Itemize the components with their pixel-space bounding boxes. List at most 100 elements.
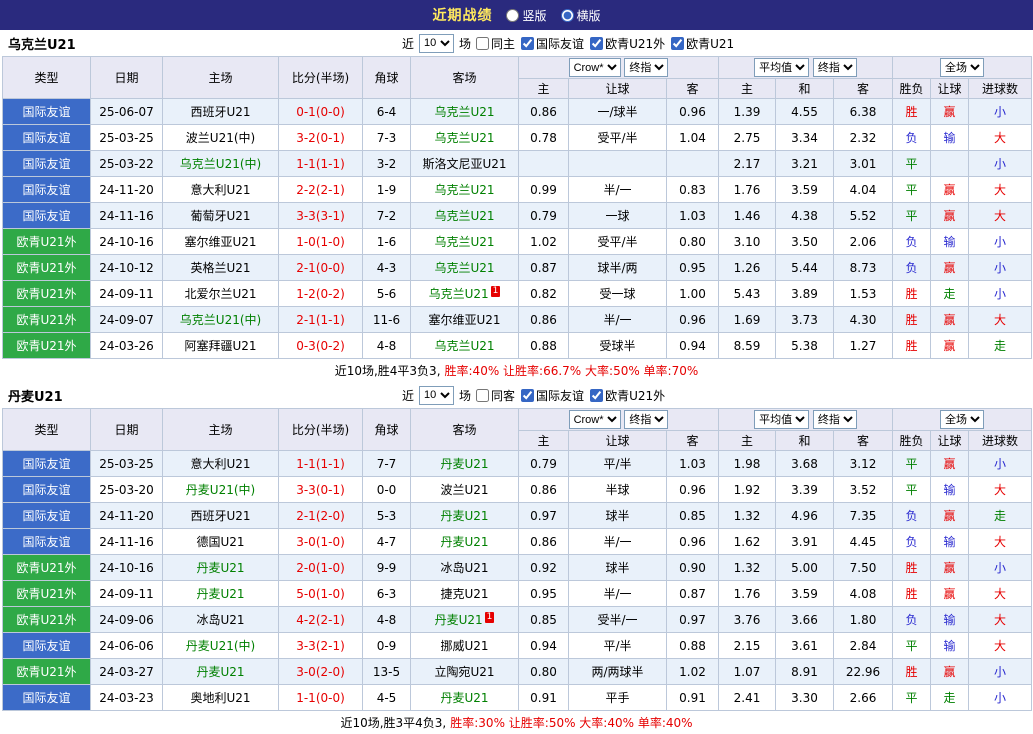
avg-away: 2.84 [833,632,893,659]
col-date: 日期 [90,408,163,451]
filter-option-同主[interactable]: 同主 [476,35,515,52]
corner-score: 4-7 [362,528,411,555]
vertical-layout-radio[interactable] [506,8,520,22]
odds-home: 0.85 [518,606,569,633]
odds-time-select-2[interactable]: 终指 [812,58,857,77]
topbar: 近期战绩 竖版 横版 [0,0,1033,30]
odds-time-select-2[interactable]: 终指 [812,410,857,429]
layout-option-vertical[interactable]: 竖版 [506,7,547,24]
layout-option-horizontal[interactable]: 横版 [560,7,601,24]
match-row: 欧青U21外 24-10-16 塞尔维亚U21 1-0(1-0) 1-6 乌克兰U21 1.… [2,228,1032,255]
odds-away: 1.03 [666,450,719,477]
away-team-name: 捷克U21 [440,587,489,601]
odds-away: 0.83 [666,176,719,203]
odds-time-select-1[interactable]: 终指 [624,410,669,429]
avg-home: 1.69 [718,306,776,333]
match-type: 欧青U21外 [2,306,91,333]
match-type: 国际友谊 [2,450,91,477]
match-score: 5-0(1-0) [278,580,363,607]
avg-home: 1.62 [718,528,776,555]
home-team: 丹麦U21 [162,580,279,607]
filter-option-欧青U21外[interactable]: 欧青U21外 [590,35,665,52]
result-handicap: 赢 [930,254,969,281]
match-score: 2-1(2-0) [278,502,363,529]
match-count-select[interactable]: 10 [419,33,455,53]
filter-option-同客[interactable]: 同客 [476,387,515,404]
corner-score: 3-2 [362,150,411,177]
match-count-select[interactable]: 10 [419,385,455,405]
horizontal-layout-radio[interactable] [560,8,574,22]
filter-checkbox[interactable] [476,36,490,50]
col-score: 比分(半场) [278,408,363,451]
away-team: 捷克U21 [410,580,519,607]
result-handicap: 输 [930,528,969,555]
result-handicap: 赢 [930,502,969,529]
avg-away: 2.06 [833,228,893,255]
scope-header: 全场 [892,408,1032,431]
away-team: 挪威U21 [410,632,519,659]
average-select[interactable]: 平均值 [754,410,810,429]
away-team-name: 丹麦U21 [440,457,489,471]
odds-home: 0.86 [518,306,569,333]
filter-option-欧青U21[interactable]: 欧青U21 [671,35,734,52]
home-team: 塞尔维亚U21 [162,228,279,255]
avg-home: 3.10 [718,228,776,255]
match-type: 国际友谊 [2,632,91,659]
match-score: 3-2(0-1) [278,124,363,151]
bookmaker-select[interactable]: Crow* [568,58,621,77]
bookmaker-odds-header: Crow* 终指 [518,56,719,79]
filter-checkbox[interactable] [521,388,535,402]
col-odds-away: 客 [666,78,719,99]
match-score: 1-1(1-1) [278,450,363,477]
corner-score: 7-7 [362,450,411,477]
filter-checkbox[interactable] [671,36,685,50]
filter-checkbox[interactable] [590,36,604,50]
result-handicap: 赢 [930,580,969,607]
average-select[interactable]: 平均值 [754,58,810,77]
odds-time-select-1[interactable]: 终指 [624,58,669,77]
filter-option-国际友谊[interactable]: 国际友谊 [521,35,584,52]
match-row: 欧青U21外 24-09-06 冰岛U21 4-2(2-1) 4-8 丹麦U21 1 0.85… [2,606,1032,633]
match-type: 国际友谊 [2,176,91,203]
match-date: 24-03-26 [90,332,163,359]
avg-home: 2.17 [718,150,776,177]
result-goals: 大 [968,606,1032,633]
odds-handicap: 半/一 [568,528,667,555]
avg-draw: 5.38 [775,332,834,359]
home-team: 乌克兰U21(中) [162,150,279,177]
away-team: 冰岛U21 [410,554,519,581]
filter-checkbox[interactable] [590,388,604,402]
col-home: 主场 [162,56,279,99]
odds-away: 0.88 [666,632,719,659]
match-date: 25-03-25 [90,450,163,477]
avg-draw: 3.66 [775,606,834,633]
team-section-denmark-u21: 丹麦U21 近 10 场 同客 国际友谊 欧青U21外 类型 日期 主场 比分(半场… [2,382,1032,734]
scope-select[interactable]: 全场 [940,410,984,429]
avg-draw: 3.34 [775,124,834,151]
filter-option-国际友谊[interactable]: 国际友谊 [521,387,584,404]
summary: 近10场,胜4平3负3, 胜率:40% 让胜率:66.7% 大率:50% 单率:… [2,359,1031,382]
near-label: 近 [402,36,415,51]
odds-home: 0.86 [518,476,569,503]
match-date: 24-11-16 [90,528,163,555]
results-body: 国际友谊 25-03-25 意大利U21 1-1(1-1) 7-7 丹麦U21 0.79 平/… [2,450,1032,711]
col-corner: 角球 [362,56,411,99]
avg-away: 4.08 [833,580,893,607]
away-team-name: 乌克兰U21 [434,183,495,197]
result-outcome: 平 [892,176,931,203]
avg-home: 1.39 [718,98,776,125]
avg-draw: 3.73 [775,306,834,333]
col-home: 主场 [162,408,279,451]
filter-checkbox-label: 同客 [491,388,516,403]
match-score: 4-2(2-1) [278,606,363,633]
bookmaker-select[interactable]: Crow* [568,410,621,429]
filter-checkbox[interactable] [476,388,490,402]
vertical-layout-label: 竖版 [522,8,547,23]
filter-option-欧青U21外[interactable]: 欧青U21外 [590,387,665,404]
away-team: 乌克兰U21 [410,124,519,151]
filter-checkbox[interactable] [521,36,535,50]
scope-select[interactable]: 全场 [940,58,984,77]
result-outcome: 平 [892,684,931,711]
away-team: 塞尔维亚U21 [410,306,519,333]
avg-away: 4.45 [833,528,893,555]
